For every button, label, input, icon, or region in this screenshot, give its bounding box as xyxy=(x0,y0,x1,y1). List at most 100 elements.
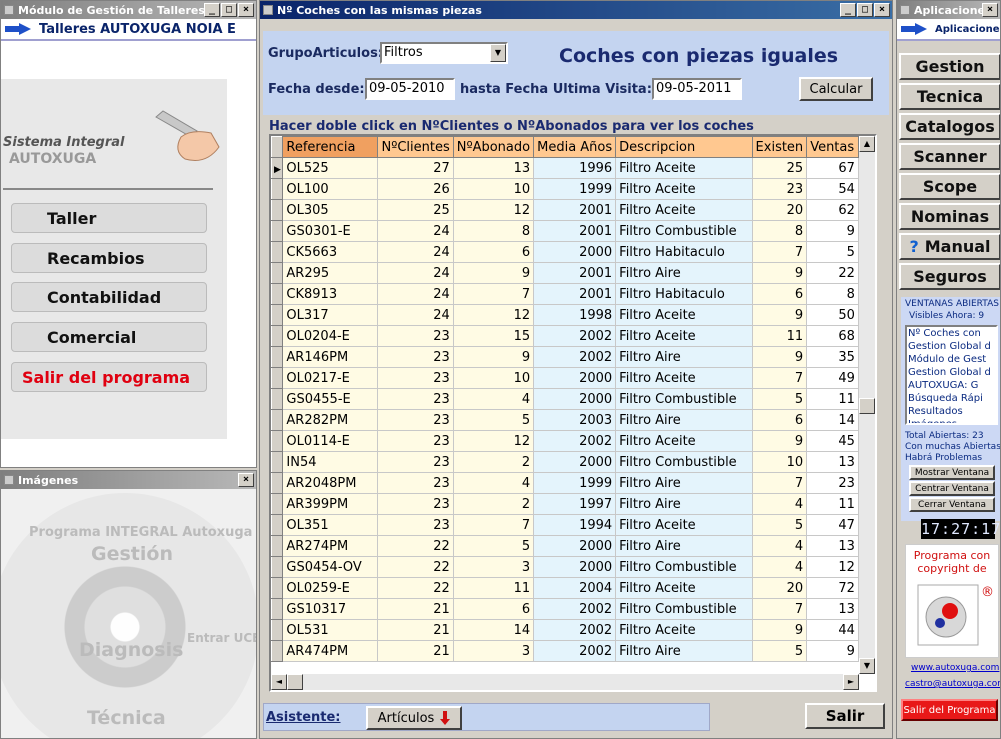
cell-abonados[interactable]: 10 xyxy=(453,178,535,200)
open-window-item[interactable]: Módulo de Gest xyxy=(908,353,996,366)
close-icon[interactable]: × xyxy=(238,473,254,487)
scroll-up-icon[interactable]: ▲ xyxy=(859,136,875,152)
row-indicator[interactable] xyxy=(271,535,284,557)
calculate-button[interactable]: Calcular xyxy=(799,77,873,101)
email-link[interactable]: castro@autoxuga.com xyxy=(905,679,1000,689)
row-indicator[interactable] xyxy=(271,472,284,494)
gestion-talleres-titlebar[interactable]: Módulo de Gestión de Talleres _ □ × xyxy=(1,1,256,19)
cell-clientes[interactable]: 24 xyxy=(377,220,454,242)
center-window-button[interactable]: Centrar Ventana xyxy=(909,481,995,496)
table-row[interactable]: OL0204-E 23 15 2002 Filtro Aceite 11 68 xyxy=(271,325,875,347)
cell-clientes[interactable]: 24 xyxy=(377,241,454,263)
cell-abonados[interactable]: 4 xyxy=(453,388,535,410)
table-row[interactable]: OL0217-E 23 10 2000 Filtro Aceite 7 49 xyxy=(271,367,875,389)
row-indicator[interactable] xyxy=(271,220,284,242)
chevron-down-icon[interactable]: ▼ xyxy=(490,44,506,62)
table-row[interactable]: CK5663 24 6 2000 Filtro Habitaculo 7 5 xyxy=(271,241,875,263)
cell-abonados[interactable]: 3 xyxy=(453,556,535,578)
row-indicator[interactable] xyxy=(271,325,284,347)
table-row[interactable]: OL531 21 14 2002 Filtro Aceite 9 44 xyxy=(271,619,875,641)
col-header-referencia[interactable]: Referencia xyxy=(282,136,379,158)
applications-titlebar[interactable]: Aplicaciones × xyxy=(897,1,1000,19)
open-window-item[interactable]: Búsqueda Rápi xyxy=(908,392,996,405)
same-parts-titlebar[interactable]: Nº Coches con las mismas piezas _ □ × xyxy=(260,1,892,19)
row-indicator[interactable] xyxy=(271,304,284,326)
cell-abonados[interactable]: 6 xyxy=(453,598,535,620)
scroll-left-icon[interactable]: ◄ xyxy=(271,674,287,690)
manual-button[interactable]: ? Manual xyxy=(899,233,1000,260)
scope-button[interactable]: Scope xyxy=(899,173,1000,200)
open-window-item[interactable]: Imágenes xyxy=(908,418,996,423)
row-indicator[interactable] xyxy=(271,598,284,620)
cell-abonados[interactable]: 14 xyxy=(453,619,535,641)
cell-clientes[interactable]: 23 xyxy=(377,367,454,389)
recambios-button[interactable]: Recambios xyxy=(11,243,207,273)
cell-abonados[interactable]: 3 xyxy=(453,640,535,662)
table-row[interactable]: AR295 24 9 2001 Filtro Aire 9 22 xyxy=(271,262,875,284)
show-window-button[interactable]: Mostrar Ventana xyxy=(909,465,995,480)
cell-clientes[interactable]: 23 xyxy=(377,325,454,347)
cell-abonados[interactable]: 7 xyxy=(453,514,535,536)
table-row[interactable]: GS0301-E 24 8 2001 Filtro Combustible 8 9 xyxy=(271,220,875,242)
cell-clientes[interactable]: 23 xyxy=(377,493,454,515)
row-indicator[interactable] xyxy=(271,556,284,578)
cell-clientes[interactable]: 23 xyxy=(377,451,454,473)
table-row[interactable]: ▶ OL525 27 13 1996 Filtro Aceite 25 67 xyxy=(271,157,875,179)
cell-clientes[interactable]: 23 xyxy=(377,346,454,368)
col-header-ventas[interactable]: Ventas xyxy=(806,136,859,158)
open-window-item[interactable]: Gestion Global d xyxy=(908,340,996,353)
cell-abonados[interactable]: 9 xyxy=(453,262,535,284)
row-indicator[interactable] xyxy=(271,241,284,263)
table-row[interactable]: OL100 26 10 1999 Filtro Aceite 23 54 xyxy=(271,178,875,200)
exit-program-button[interactable]: Salir del Programa xyxy=(901,699,998,721)
cell-clientes[interactable]: 24 xyxy=(377,262,454,284)
row-indicator[interactable] xyxy=(271,199,284,221)
catalogos-button[interactable]: Catalogos xyxy=(899,113,1000,140)
open-window-item[interactable]: AUTOXUGA: G xyxy=(908,379,996,392)
cell-clientes[interactable]: 21 xyxy=(377,619,454,641)
articles-button[interactable]: Artículos xyxy=(366,706,462,730)
cell-abonados[interactable]: 5 xyxy=(453,535,535,557)
table-row[interactable]: IN54 23 2 2000 Filtro Combustible 10 13 xyxy=(271,451,875,473)
cell-abonados[interactable]: 12 xyxy=(453,430,535,452)
cell-clientes[interactable]: 23 xyxy=(377,472,454,494)
minimize-icon[interactable]: _ xyxy=(840,3,856,17)
group-select[interactable]: Filtros ▼ xyxy=(380,42,508,64)
cell-abonados[interactable]: 6 xyxy=(453,241,535,263)
close-icon[interactable]: × xyxy=(982,3,998,17)
table-row[interactable]: GS10317 21 6 2002 Filtro Combustible 7 13 xyxy=(271,598,875,620)
cell-abonados[interactable]: 9 xyxy=(453,346,535,368)
row-indicator[interactable] xyxy=(271,514,284,536)
open-window-item[interactable]: Gestion Global d xyxy=(908,366,996,379)
cell-clientes[interactable]: 25 xyxy=(377,199,454,221)
row-indicator[interactable] xyxy=(271,451,284,473)
row-indicator[interactable] xyxy=(271,178,284,200)
col-header-clientes[interactable]: NºClientes xyxy=(377,136,454,158)
cell-clientes[interactable]: 26 xyxy=(377,178,454,200)
open-window-item[interactable]: Resultados xyxy=(908,405,996,418)
table-row[interactable]: GS0455-E 23 4 2000 Filtro Combustible 5 11 xyxy=(271,388,875,410)
gestion-button[interactable]: Gestion xyxy=(899,53,1000,80)
taller-button[interactable]: Taller xyxy=(11,203,207,233)
table-row[interactable]: AR274PM 22 5 2000 Filtro Aire 4 13 xyxy=(271,535,875,557)
scroll-thumb[interactable] xyxy=(859,398,875,414)
col-header-media[interactable]: Media Años xyxy=(533,136,617,158)
comercial-button[interactable]: Comercial xyxy=(11,322,207,352)
row-indicator[interactable] xyxy=(271,388,284,410)
maximize-icon[interactable]: □ xyxy=(221,3,237,17)
row-indicator[interactable] xyxy=(271,577,284,599)
table-row[interactable]: CK8913 24 7 2001 Filtro Habitaculo 6 8 xyxy=(271,283,875,305)
exit-button[interactable]: Salir xyxy=(805,703,885,729)
cell-clientes[interactable]: 21 xyxy=(377,640,454,662)
cell-abonados[interactable]: 2 xyxy=(453,493,535,515)
row-indicator[interactable] xyxy=(271,346,284,368)
scanner-button[interactable]: Scanner xyxy=(899,143,1000,170)
cell-abonados[interactable]: 12 xyxy=(453,199,535,221)
cell-abonados[interactable]: 13 xyxy=(453,157,535,179)
table-row[interactable]: OL0259-E 22 11 2004 Filtro Aceite 20 72 xyxy=(271,577,875,599)
table-row[interactable]: OL0114-E 23 12 2002 Filtro Aceite 9 45 xyxy=(271,430,875,452)
cell-abonados[interactable]: 15 xyxy=(453,325,535,347)
table-row[interactable]: OL317 24 12 1998 Filtro Aceite 9 50 xyxy=(271,304,875,326)
row-indicator[interactable] xyxy=(271,493,284,515)
cell-clientes[interactable]: 22 xyxy=(377,556,454,578)
